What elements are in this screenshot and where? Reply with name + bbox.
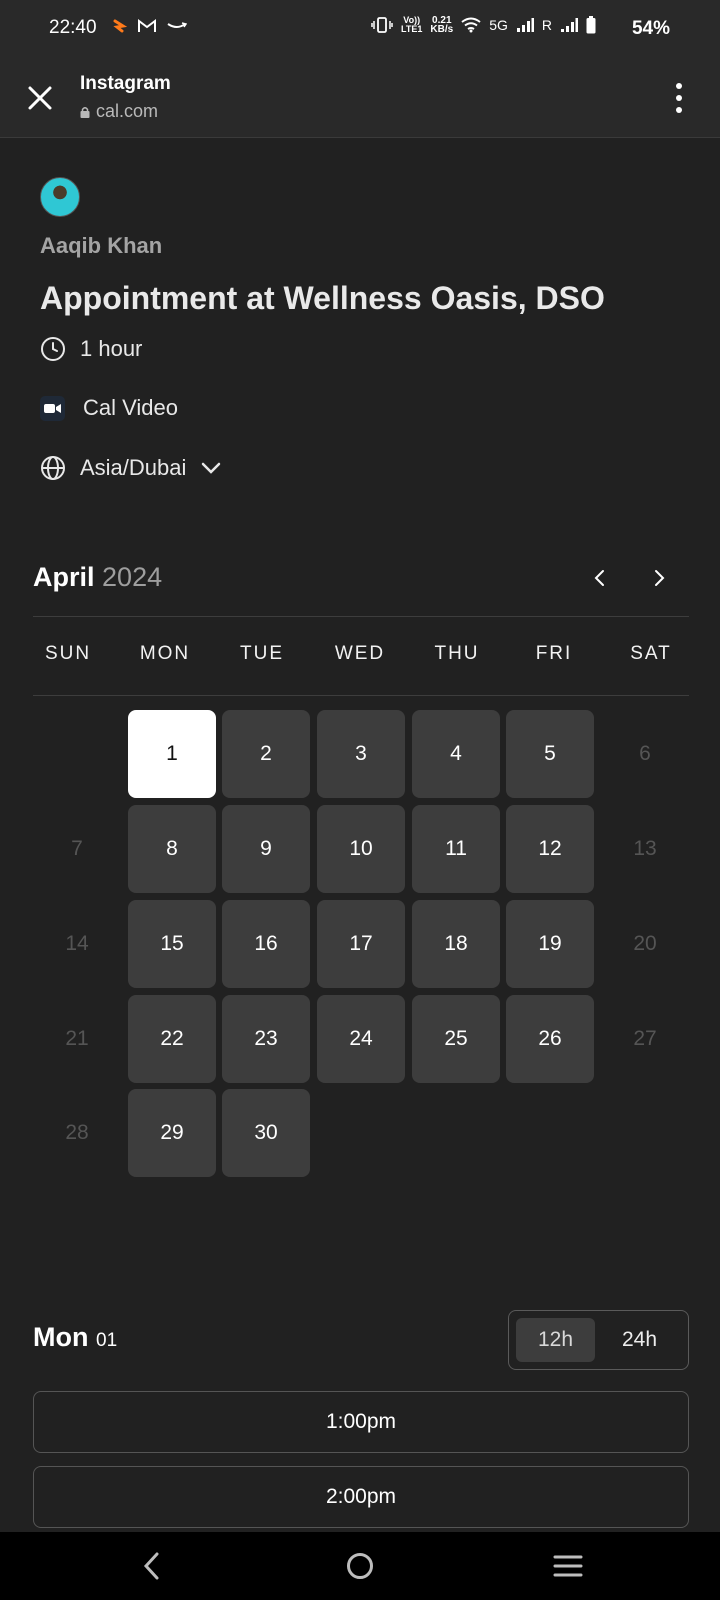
calendar-day[interactable]: 24 bbox=[317, 995, 405, 1083]
signal-icon bbox=[516, 18, 534, 32]
calendar-day[interactable]: 8 bbox=[128, 805, 216, 893]
battery-icon bbox=[586, 16, 596, 34]
divider bbox=[33, 695, 689, 696]
format-24h-option[interactable]: 24h bbox=[600, 1318, 679, 1362]
close-icon[interactable] bbox=[24, 82, 56, 114]
avatar bbox=[40, 177, 80, 217]
weekday-label: MON bbox=[139, 643, 191, 664]
timezone-selector[interactable]: Asia/Dubai bbox=[40, 455, 222, 481]
calendar-day[interactable]: 10 bbox=[317, 805, 405, 893]
calendar-day-unavailable: 21 bbox=[65, 1027, 89, 1050]
more-options-icon[interactable] bbox=[674, 82, 684, 114]
globe-icon bbox=[41, 456, 65, 480]
weekday-label: FRI bbox=[535, 643, 573, 664]
system-icons: Vo)) LTE1 0.21 KB/s 5G R bbox=[371, 15, 596, 35]
in-app-browser-bar: Instagram cal.com bbox=[0, 58, 720, 138]
time-format-toggle: 12h 24h bbox=[508, 1310, 689, 1370]
calendar-day[interactable]: 25 bbox=[412, 995, 500, 1083]
calendar-day[interactable]: 19 bbox=[506, 900, 594, 988]
network-type: 5G bbox=[489, 17, 508, 33]
roaming-indicator: R bbox=[541, 17, 552, 33]
calendar-day-unavailable: 27 bbox=[633, 1027, 657, 1050]
previous-month-icon[interactable] bbox=[588, 566, 612, 590]
calendar-day-unavailable: 13 bbox=[633, 837, 657, 860]
status-bar: 22:40 Vo)) LTE1 0.21 KB/s 5G R 54% bbox=[0, 0, 720, 58]
calendar-day[interactable]: 22 bbox=[128, 995, 216, 1083]
browser-title: Instagram bbox=[80, 73, 171, 94]
weekday-label: WED bbox=[334, 643, 386, 664]
divider bbox=[33, 616, 689, 617]
amazon-icon bbox=[167, 22, 187, 28]
next-month-icon[interactable] bbox=[647, 566, 671, 590]
calendar-day[interactable]: 26 bbox=[506, 995, 594, 1083]
calendar-day[interactable]: 29 bbox=[128, 1089, 216, 1177]
back-icon[interactable] bbox=[140, 1550, 164, 1582]
vibrate-icon bbox=[371, 17, 393, 33]
calendar-day-unavailable: 28 bbox=[65, 1121, 89, 1144]
event-duration: 1 hour bbox=[40, 336, 142, 362]
notification-icons bbox=[111, 18, 187, 34]
event-title: Appointment at Wellness Oasis, DSO bbox=[40, 280, 605, 316]
browser-url: cal.com bbox=[80, 101, 158, 122]
gmail-icon bbox=[138, 19, 156, 32]
calendar-day[interactable]: 3 bbox=[317, 710, 405, 798]
calendar-day[interactable]: 23 bbox=[222, 995, 310, 1083]
calendar-day[interactable]: 15 bbox=[128, 900, 216, 988]
calendar-day[interactable]: 17 bbox=[317, 900, 405, 988]
wifi-icon bbox=[461, 17, 481, 33]
status-time: 22:40 bbox=[49, 17, 97, 38]
clock-icon bbox=[41, 337, 65, 361]
calendar-day[interactable]: 30 bbox=[222, 1089, 310, 1177]
calendar-day[interactable]: 5 bbox=[506, 710, 594, 798]
calendar-day[interactable]: 12 bbox=[506, 805, 594, 893]
calendar-day[interactable]: 9 bbox=[222, 805, 310, 893]
calendar-day-selected[interactable]: 1 bbox=[128, 710, 216, 798]
recent-apps-icon[interactable] bbox=[552, 1554, 584, 1578]
signal-icon-2 bbox=[561, 18, 578, 32]
weekday-label: SUN bbox=[44, 643, 92, 664]
calendar-day[interactable]: 2 bbox=[222, 710, 310, 798]
event-location: Cal Video bbox=[40, 395, 178, 421]
calendar-day[interactable]: 18 bbox=[412, 900, 500, 988]
calendar-day[interactable]: 11 bbox=[412, 805, 500, 893]
weekday-label: SAT bbox=[630, 643, 672, 664]
system-nav-bar bbox=[0, 1532, 720, 1600]
lock-icon bbox=[80, 106, 90, 118]
month-label: April 2024 bbox=[33, 562, 163, 592]
calendar-day[interactable]: 16 bbox=[222, 900, 310, 988]
selected-date-label: Mon 01 bbox=[33, 1322, 118, 1352]
calendar-day-unavailable: 14 bbox=[65, 932, 89, 955]
video-camera-icon bbox=[40, 395, 65, 421]
weekday-label: TUE bbox=[240, 643, 284, 664]
calendar-day[interactable]: 4 bbox=[412, 710, 500, 798]
swiggy-icon bbox=[113, 19, 127, 33]
calendar-day-unavailable: 20 bbox=[633, 932, 657, 955]
time-slot-button[interactable]: 1:00pm bbox=[33, 1391, 689, 1453]
home-icon[interactable] bbox=[346, 1552, 374, 1580]
battery-percent: 54% bbox=[631, 18, 670, 39]
weekday-label: THU bbox=[434, 643, 480, 664]
calendar-day-unavailable: 7 bbox=[71, 837, 83, 860]
author-name: Aaqib Khan bbox=[40, 233, 163, 258]
format-12h-option[interactable]: 12h bbox=[516, 1318, 595, 1362]
volte-indicator: Vo)) LTE1 bbox=[401, 15, 423, 34]
net-speed: 0.21 KB/s bbox=[430, 15, 454, 35]
chevron-down-icon bbox=[202, 462, 221, 474]
time-slot-button[interactable]: 2:00pm bbox=[33, 1466, 689, 1528]
calendar-day-unavailable: 6 bbox=[639, 742, 651, 765]
